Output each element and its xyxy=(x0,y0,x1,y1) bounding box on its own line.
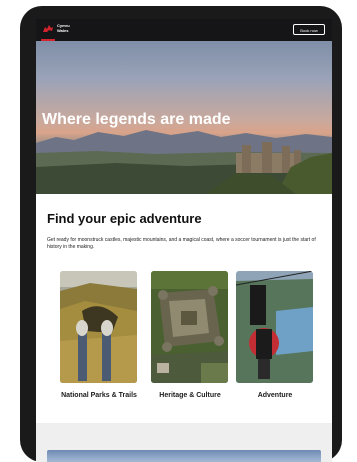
dragon-logo-icon[interactable] xyxy=(42,24,54,34)
card-heritage-image[interactable] xyxy=(151,271,228,383)
tablet-screen: Cymru Wales Book now Where legends are m… xyxy=(36,19,332,462)
adventure-section: Find your epic adventure Get ready for m… xyxy=(36,194,332,423)
section-intro: Get ready for moonstruck castles, majest… xyxy=(47,237,316,250)
hero-title: Where legends are made xyxy=(42,111,231,128)
hiking-photo-image xyxy=(60,271,137,383)
card-adventure-label[interactable]: Adventure xyxy=(242,392,308,399)
zipline-photo-image xyxy=(236,271,313,383)
book-now-button[interactable]: Book now xyxy=(293,24,325,35)
brand-wordmark[interactable]: Cymru Wales xyxy=(57,23,70,33)
hero-banner: Where legends are made xyxy=(36,41,332,194)
card-heritage-label[interactable]: Heritage & Culture xyxy=(148,392,232,399)
next-section xyxy=(36,423,332,462)
site-header: Cymru Wales Book now xyxy=(36,19,332,41)
card-adventure-image[interactable] xyxy=(236,271,313,383)
castle-aerial-image xyxy=(151,271,228,383)
section-heading: Find your epic adventure xyxy=(47,211,202,226)
card-national-parks-image[interactable] xyxy=(60,271,137,383)
card-national-parks-label[interactable]: National Parks & Trails xyxy=(49,392,149,399)
brand-line-2: Wales xyxy=(57,27,69,33)
next-section-image xyxy=(47,450,321,462)
